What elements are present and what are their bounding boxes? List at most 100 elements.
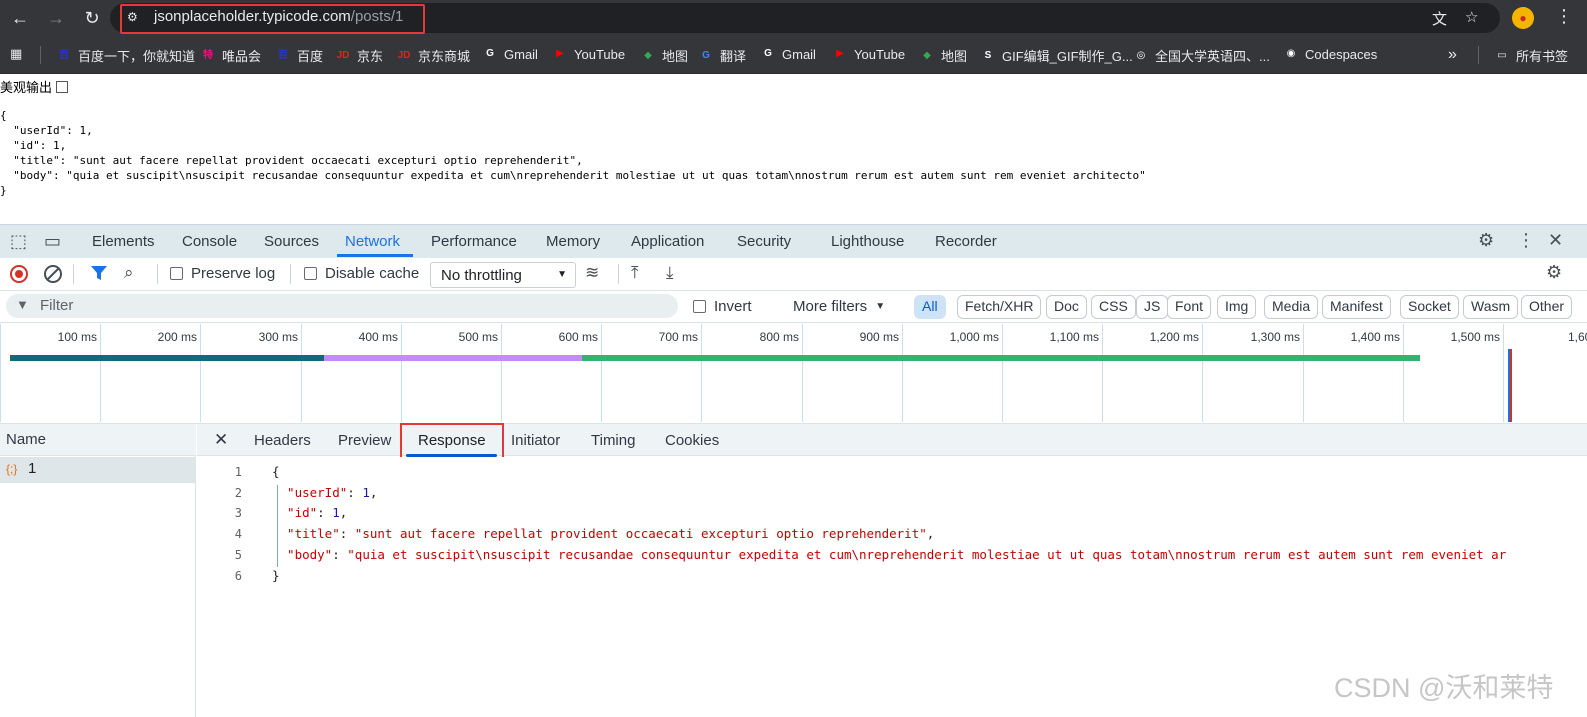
timeline-tick-label: 800 ms [759,330,799,344]
network-settings-icon[interactable]: ⚙ [1546,262,1562,283]
settings-gear-icon[interactable]: ⚙ [1478,230,1494,251]
detail-tab-headers[interactable]: Headers [254,432,311,449]
invert-checkbox[interactable]: Invert [693,298,752,315]
filter-chip-all[interactable]: All [914,295,946,319]
pretty-print-checkbox[interactable] [56,80,69,93]
preserve-log-checkbox[interactable]: Preserve log [170,265,275,282]
bookmark-item[interactable]: 百百度一下，你就知道 [56,46,195,65]
code-token: } [272,567,280,583]
clear-icon[interactable] [43,264,63,284]
tab-console[interactable]: Console [182,233,237,250]
apps-icon[interactable]: ▦ [10,46,22,62]
inspect-element-icon[interactable]: ⬚ [10,231,27,252]
all-bookmarks[interactable]: ▭ 所有书签 [1494,46,1568,65]
bookmark-label: 京东商城 [418,49,471,64]
import-har-icon[interactable]: ⤒ [631,263,639,283]
bookmark-item[interactable]: ◆ 地图 [919,46,967,65]
bookmark-item[interactable]: 百百度 [275,46,323,65]
more-bookmarks-icon[interactable]: » [1448,46,1457,64]
filter-chip-font[interactable]: Font [1167,295,1212,319]
filter-chip-manifest[interactable]: Manifest [1322,295,1391,319]
record-icon[interactable] [9,264,29,284]
network-conditions-icon[interactable]: ≋ [585,263,599,283]
url-host: jsonplaceholder.typicode.com [154,8,351,25]
menu-icon[interactable]: ⋮ [1555,6,1573,27]
filter-chip-socket[interactable]: Socket [1400,295,1459,319]
url-text[interactable]: jsonplaceholder.typicode.com/posts/1 [154,8,403,25]
bookmark-item[interactable]: JD 京东商城 [396,46,470,65]
more-filters-dropdown[interactable]: More filters ▼ [793,298,885,315]
avatar[interactable]: ● [1512,7,1534,29]
tab-lighthouse[interactable]: Lighthouse [831,233,904,250]
tab-performance[interactable]: Performance [431,233,517,250]
close-devtools-icon[interactable]: ✕ [1548,230,1563,251]
throttling-select[interactable]: No throttling ▼ [430,262,576,288]
tab-elements[interactable]: Elements [92,233,155,250]
close-icon[interactable]: ✕ [214,430,228,450]
timeline-grid-line [100,324,101,422]
bookmark-item[interactable]: ◎ 全国大学英语四、... [1133,46,1270,65]
tab-application[interactable]: Application [631,233,704,250]
disable-cache-box [304,267,317,280]
code-token: , [926,526,935,542]
forward-icon[interactable]: → [44,6,68,30]
code-token: , [339,505,348,521]
device-toolbar-icon[interactable]: ▭ [44,231,61,252]
tab-memory[interactable]: Memory [546,233,600,250]
filter-chip-media[interactable]: Media [1264,295,1319,319]
devtools-menu-icon[interactable]: ⋮ [1517,230,1535,251]
preserve-log-box [170,267,183,280]
bookmark-item[interactable]: ◆ 地图 [640,46,688,65]
code-line: "body": "quia et suscipit\nsuscipit recu… [272,547,1506,562]
timeline-grid-line [1202,324,1203,422]
bookmark-item[interactable]: S GIF编辑_GIF制作_G... [980,46,1133,65]
bookmarks-divider [40,46,41,64]
bookmark-item[interactable]: G 翻译 [698,46,746,65]
filter-chip-doc[interactable]: Doc [1046,295,1087,319]
waiting-segment [10,355,324,361]
detail-tab-cookies[interactable]: Cookies [665,432,719,449]
filter-chip-css[interactable]: CSS [1091,295,1136,319]
tab-sources[interactable]: Sources [264,233,319,250]
pretty-print-toggle[interactable]: 美观输出 [0,77,69,96]
detail-tab-preview[interactable]: Preview [338,432,391,449]
filter-chip-fetchxhr[interactable]: Fetch/XHR [957,295,1042,319]
site-settings-icon[interactable]: ⚙ [127,9,143,25]
reload-icon[interactable]: ↻ [80,6,104,30]
filter-chip-wasm[interactable]: Wasm [1463,295,1519,319]
bookmark-item[interactable]: JD 京东 [335,46,383,65]
disable-cache-checkbox[interactable]: Disable cache [304,265,419,282]
detail-tab-timing[interactable]: Timing [591,432,635,449]
star-icon[interactable]: ☆ [1465,8,1478,26]
code-token: 1 [332,505,340,521]
bookmark-item[interactable]: G Gmail [760,46,816,62]
invert-label: Invert [714,298,752,315]
back-icon[interactable]: ← [8,6,32,30]
tab-recorder[interactable]: Recorder [935,233,997,250]
filter-chip-js[interactable]: JS [1136,295,1169,319]
translate-icon[interactable]: 文 [1432,8,1447,29]
bookmark-item[interactable]: G Gmail [482,46,538,62]
bookmark-item[interactable]: ◉ Codespaces [1283,46,1378,62]
active-tab-indicator [337,254,413,257]
detail-tab-initiator[interactable]: Initiator [511,432,560,449]
toolbar-divider [157,264,158,284]
bookmark-item[interactable]: 特唯品会 [200,46,261,65]
bookmark-favicon-icon: G [486,48,494,59]
tab-security[interactable]: Security [737,233,791,250]
bookmark-favicon-icon: ◆ [644,49,652,61]
search-icon[interactable]: ⌕ [124,263,134,283]
filter-chip-other[interactable]: Other [1521,295,1573,319]
request-row[interactable]: {;} 1 [0,457,196,483]
tab-network[interactable]: Network [345,233,400,250]
filter-chip-img[interactable]: Img [1217,295,1257,319]
filter-icon[interactable] [90,264,108,282]
export-har-icon[interactable]: ⤓ [666,263,674,283]
timeline-grid-line [501,324,502,422]
bookmark-item[interactable]: ▶ YouTube [552,46,625,62]
filter-input[interactable]: ▼ Filter [6,294,678,318]
chevron-down-icon: ▼ [875,301,886,312]
name-column-header[interactable]: Name [0,424,196,456]
bookmark-item[interactable]: ▶ YouTube [832,46,905,62]
bookmark-label: Codespaces [1305,46,1378,62]
